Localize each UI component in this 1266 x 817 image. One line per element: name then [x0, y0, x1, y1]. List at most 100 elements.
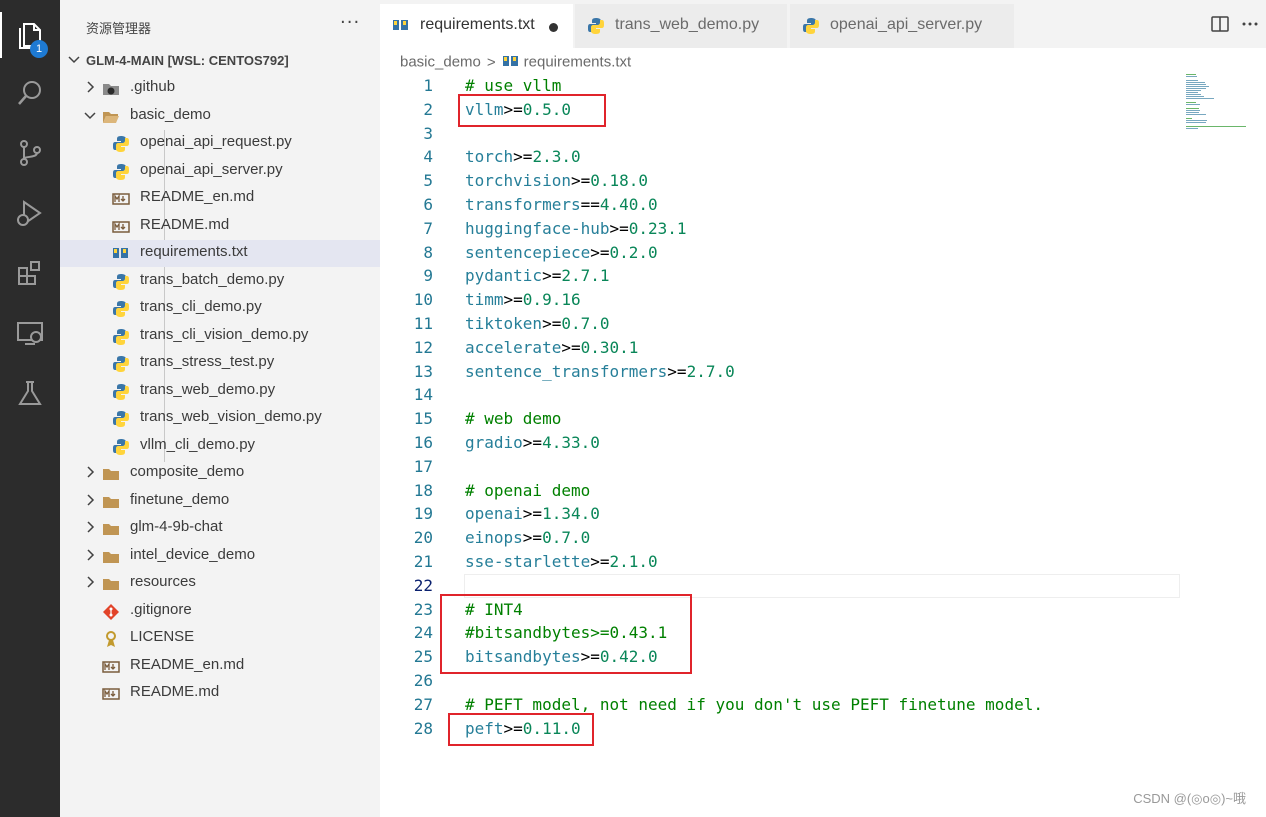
line-number: 2: [423, 100, 433, 119]
code-line[interactable]: 5 torchvision>=0.18.0: [380, 169, 1180, 193]
sidebar-header: 资源管理器 ···: [60, 0, 380, 50]
tab-label: openai_api_server.py: [830, 16, 983, 33]
code-line[interactable]: 19 openai>=1.34.0: [380, 502, 1180, 526]
line-number: 20: [413, 528, 433, 547]
tree-item-label: openai_api_server.py: [140, 161, 283, 178]
code-line[interactable]: 20 einops>=0.7.0: [380, 526, 1180, 550]
code-line[interactable]: 13 sentence_transformers>=2.7.0: [380, 360, 1180, 384]
run-debug-icon[interactable]: [0, 184, 60, 242]
tree-item[interactable]: resources: [60, 570, 380, 597]
line-number: 28: [413, 719, 433, 738]
line-number: 22: [413, 576, 433, 595]
tree-item-label: finetune_demo: [130, 491, 230, 508]
tree-item[interactable]: README.md: [60, 680, 380, 707]
tree-item[interactable]: openai_api_request.py: [60, 130, 380, 157]
version-value: 2.7.1: [561, 266, 610, 285]
tree-item[interactable]: trans_web_demo.py: [60, 378, 380, 405]
modified-dot-icon[interactable]: [549, 23, 558, 32]
code-line[interactable]: 10 timm>=0.9.16: [380, 288, 1180, 312]
tree-item[interactable]: trans_cli_demo.py: [60, 295, 380, 322]
testing-icon[interactable]: [0, 364, 60, 422]
tree-item[interactable]: trans_batch_demo.py: [60, 268, 380, 295]
workspace-root[interactable]: GLM-4-MAIN [WSL: CENTOS792]: [60, 48, 380, 74]
tree-item[interactable]: requirements.txt: [60, 240, 380, 267]
tree-item-label: README_en.md: [130, 656, 245, 673]
code-line[interactable]: 18 # openai demo: [380, 479, 1180, 503]
minimap-line: [1186, 104, 1200, 105]
code-line[interactable]: 4 torch>=2.3.0: [380, 145, 1180, 169]
tree-item[interactable]: trans_cli_vision_demo.py: [60, 323, 380, 350]
tree-item[interactable]: composite_demo: [60, 460, 380, 487]
tree-item-label: composite_demo: [130, 463, 245, 480]
chevron-right-icon[interactable]: [82, 79, 98, 95]
tree-item[interactable]: basic_demo: [60, 103, 380, 130]
tree-item-label: vllm_cli_demo.py: [140, 436, 256, 453]
tree-item[interactable]: trans_web_vision_demo.py: [60, 405, 380, 432]
chevron-right-icon[interactable]: [82, 547, 98, 563]
minimap-line: [1186, 94, 1201, 95]
chevron-right-icon[interactable]: [82, 574, 98, 590]
tree-item[interactable]: .github: [60, 75, 380, 102]
code-line[interactable]: 8 sentencepiece>=0.2.0: [380, 241, 1180, 265]
chevron-right-icon[interactable]: [82, 492, 98, 508]
version-operator: >=: [542, 266, 562, 285]
breadcrumb-file[interactable]: requirements.txt: [524, 54, 632, 71]
code-line[interactable]: 12 accelerate>=0.30.1: [380, 336, 1180, 360]
code-line[interactable]: 21 sse-starlette>=2.1.0: [380, 550, 1180, 574]
version-value: 0.23.1: [628, 219, 687, 238]
minimap-line: [1186, 84, 1206, 85]
tree-item[interactable]: .gitignore: [60, 598, 380, 625]
tab-trans-web-demo[interactable]: trans_web_demo.py: [575, 4, 787, 48]
tree-item[interactable]: README_en.md: [60, 185, 380, 212]
more-actions-icon[interactable]: [1240, 14, 1260, 34]
tree-item[interactable]: trans_stress_test.py: [60, 350, 380, 377]
tree-item[interactable]: finetune_demo: [60, 488, 380, 515]
version-value: 1.34.0: [542, 504, 600, 523]
more-actions-icon[interactable]: ···: [340, 12, 360, 33]
code-line[interactable]: 14: [380, 383, 1180, 407]
line-number: 25: [413, 647, 433, 666]
minimap-line: [1186, 112, 1199, 113]
version-operator: >=: [522, 433, 543, 452]
tree-item[interactable]: intel_device_demo: [60, 543, 380, 570]
red-highlight-box: [440, 594, 692, 674]
extensions-icon[interactable]: [0, 244, 60, 302]
code-comment: # web demo: [465, 409, 562, 428]
tab-openai-api-server[interactable]: openai_api_server.py: [790, 4, 1014, 48]
split-editor-icon[interactable]: [1210, 14, 1230, 34]
version-operator: >=: [590, 243, 610, 262]
breadcrumb-folder[interactable]: basic_demo: [400, 54, 481, 71]
package-name: tiktoken: [465, 314, 543, 333]
tree-item[interactable]: glm-4-9b-chat: [60, 515, 380, 542]
explorer-icon[interactable]: 1: [0, 6, 60, 64]
code-line[interactable]: 9 pydantic>=2.7.1: [380, 264, 1180, 288]
chevron-right-icon[interactable]: [82, 464, 98, 480]
search-icon[interactable]: [0, 64, 60, 122]
package-name: accelerate: [465, 338, 562, 357]
minimap[interactable]: [1186, 74, 1256, 134]
folder-icon: [102, 493, 120, 511]
source-control-icon[interactable]: [0, 124, 60, 182]
chevron-down-icon: [68, 56, 80, 64]
tree-item[interactable]: vllm_cli_demo.py: [60, 433, 380, 460]
code-line[interactable]: 11 tiktoken>=0.7.0: [380, 312, 1180, 336]
code-line[interactable]: 7 huggingface-hub>=0.23.1: [380, 217, 1180, 241]
tree-item[interactable]: openai_api_server.py: [60, 158, 380, 185]
python-file-icon: [112, 410, 130, 428]
code-line[interactable]: 16 gradio>=4.33.0: [380, 431, 1180, 455]
tab-requirements[interactable]: requirements.txt: [380, 4, 573, 48]
tree-item[interactable]: LICENSE: [60, 625, 380, 652]
chevron-right-icon[interactable]: [82, 519, 98, 535]
remote-explorer-icon[interactable]: [0, 304, 60, 362]
minimap-line: [1186, 122, 1206, 123]
version-operator: >=: [542, 314, 562, 333]
line-number: 9: [423, 266, 433, 285]
folder-icon: [102, 548, 120, 566]
code-line[interactable]: 17: [380, 455, 1180, 479]
tree-item[interactable]: README_en.md: [60, 653, 380, 680]
chevron-down-icon[interactable]: [82, 107, 98, 123]
code-line[interactable]: 6 transformers==4.40.0: [380, 193, 1180, 217]
markdown-file-icon: [102, 685, 120, 703]
code-line[interactable]: 15 # web demo: [380, 407, 1180, 431]
tree-item[interactable]: README.md: [60, 213, 380, 240]
